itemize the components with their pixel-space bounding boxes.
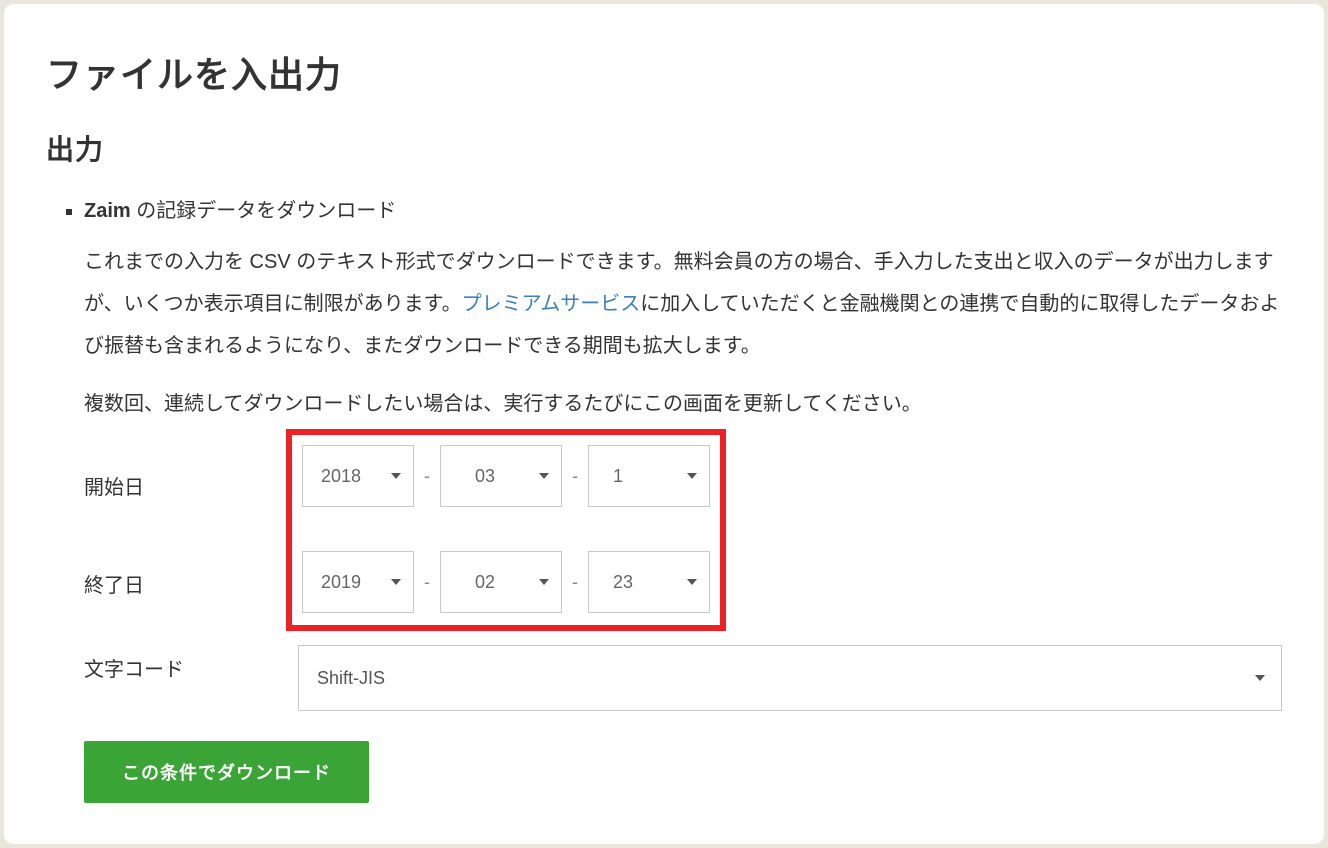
chevron-down-icon: [1255, 675, 1265, 681]
start-month-value: 03: [475, 466, 495, 487]
chevron-down-icon: [391, 579, 401, 585]
chevron-down-icon: [687, 579, 697, 585]
row-spacer: [302, 515, 710, 543]
encoding-label: 文字コード: [84, 645, 298, 682]
export-form: 開始日 終了日 2018 - 03 -: [84, 441, 1282, 803]
chevron-down-icon: [687, 473, 697, 479]
start-month-select[interactable]: 03: [440, 445, 562, 507]
date-separator: -: [422, 466, 432, 487]
list-item-text: の記録データをダウンロード: [131, 200, 397, 222]
chevron-down-icon: [539, 579, 549, 585]
content-card: ファイルを入出力 出力 Zaim の記録データをダウンロード これまでの入力を …: [4, 4, 1324, 844]
start-day-select[interactable]: 1: [588, 445, 710, 507]
end-day-select[interactable]: 23: [588, 551, 710, 613]
end-date-set: 2019 - 02 - 23: [302, 551, 710, 613]
end-year-select[interactable]: 2019: [302, 551, 414, 613]
start-date-label: 開始日: [84, 463, 298, 561]
description-block: これまでの入力を CSV のテキスト形式でダウンロードできます。無料会員の方の場…: [84, 241, 1282, 425]
brand-name: Zaim: [84, 200, 131, 222]
date-highlight-box: 2018 - 03 - 1: [286, 429, 726, 631]
description-paragraph-2: 複数回、連続してダウンロードしたい場合は、実行するたびにこの画面を更新してくださ…: [84, 383, 1282, 425]
chevron-down-icon: [539, 473, 549, 479]
date-separator: -: [570, 466, 580, 487]
end-date-label: 終了日: [84, 561, 298, 598]
start-day-value: 1: [613, 466, 623, 487]
start-date-set: 2018 - 03 - 1: [302, 445, 710, 507]
download-button[interactable]: この条件でダウンロード: [84, 741, 369, 803]
start-year-select[interactable]: 2018: [302, 445, 414, 507]
page-title: ファイルを入出力: [46, 46, 1282, 98]
description-list: Zaim の記録データをダウンロード: [46, 194, 1282, 223]
list-item: Zaim の記録データをダウンロード: [84, 194, 1282, 223]
encoding-row: 文字コード Shift-JIS: [84, 645, 1282, 711]
section-title: 出力: [46, 128, 1282, 168]
end-year-value: 2019: [321, 572, 361, 593]
encoding-value: Shift-JIS: [317, 668, 385, 689]
description-paragraph-1: これまでの入力を CSV のテキスト形式でダウンロードできます。無料会員の方の場…: [84, 241, 1282, 367]
page-background: ファイルを入出力 出力 Zaim の記録データをダウンロード これまでの入力を …: [0, 0, 1328, 848]
start-year-value: 2018: [321, 466, 361, 487]
end-month-select[interactable]: 02: [440, 551, 562, 613]
chevron-down-icon: [391, 473, 401, 479]
date-separator: -: [570, 572, 580, 593]
premium-service-link[interactable]: プレミアムサービス: [462, 293, 641, 315]
date-separator: -: [422, 572, 432, 593]
end-day-value: 23: [613, 572, 633, 593]
date-range-row: 開始日 終了日 2018 - 03 -: [84, 441, 1282, 619]
end-month-value: 02: [475, 572, 495, 593]
encoding-select[interactable]: Shift-JIS: [298, 645, 1282, 711]
